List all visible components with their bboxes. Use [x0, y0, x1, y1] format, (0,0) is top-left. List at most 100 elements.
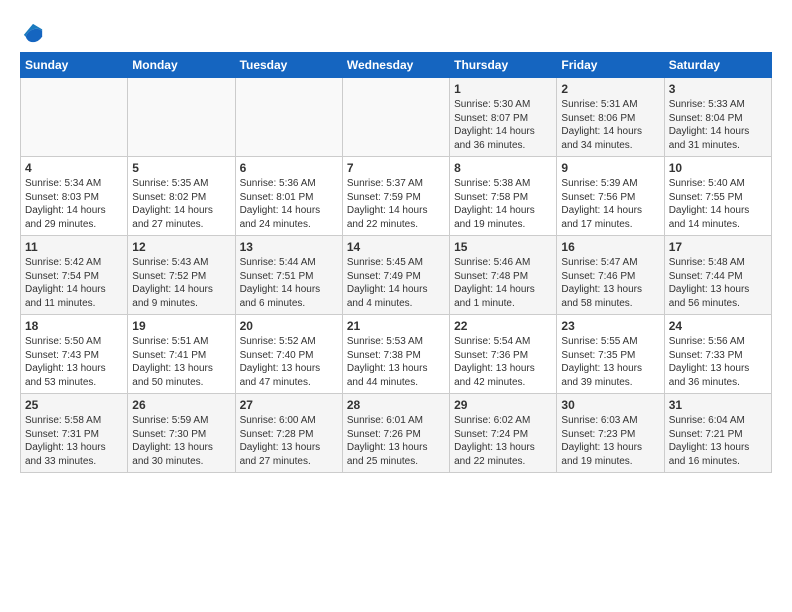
header-row: SundayMondayTuesdayWednesdayThursdayFrid… [21, 53, 772, 78]
day-number: 6 [240, 161, 338, 175]
calendar-cell: 14 Sunrise: 5:45 AM Sunset: 7:49 PM Dayli… [342, 236, 449, 315]
calendar-cell: 24 Sunrise: 5:56 AM Sunset: 7:33 PM Dayli… [664, 315, 771, 394]
calendar-cell: 5 Sunrise: 5:35 AM Sunset: 8:02 PM Daylig… [128, 157, 235, 236]
calendar-cell: 26 Sunrise: 5:59 AM Sunset: 7:30 PM Dayli… [128, 394, 235, 473]
day-header-saturday: Saturday [664, 53, 771, 78]
calendar-cell: 19 Sunrise: 5:51 AM Sunset: 7:41 PM Dayli… [128, 315, 235, 394]
calendar-cell: 13 Sunrise: 5:44 AM Sunset: 7:51 PM Dayli… [235, 236, 342, 315]
day-number: 31 [669, 398, 767, 412]
week-row-2: 4 Sunrise: 5:34 AM Sunset: 8:03 PM Daylig… [21, 157, 772, 236]
calendar-cell: 1 Sunrise: 5:30 AM Sunset: 8:07 PM Daylig… [450, 78, 557, 157]
calendar-cell: 6 Sunrise: 5:36 AM Sunset: 8:01 PM Daylig… [235, 157, 342, 236]
day-info: Sunrise: 6:04 AM Sunset: 7:21 PM Dayligh… [669, 414, 767, 468]
day-info: Sunrise: 5:33 AM Sunset: 8:04 PM Dayligh… [669, 98, 767, 152]
day-info: Sunrise: 5:40 AM Sunset: 7:55 PM Dayligh… [669, 177, 767, 231]
day-info: Sunrise: 5:31 AM Sunset: 8:06 PM Dayligh… [561, 98, 659, 152]
day-number: 1 [454, 82, 552, 96]
calendar-cell: 27Sunrise: 6:00 AM Sunset: 7:28 PM Dayli… [235, 394, 342, 473]
calendar-cell: 25 Sunrise: 5:58 AM Sunset: 7:31 PM Dayli… [21, 394, 128, 473]
day-info: Sunrise: 5:37 AM Sunset: 7:59 PM Dayligh… [347, 177, 445, 231]
day-number: 2 [561, 82, 659, 96]
week-row-5: 25 Sunrise: 5:58 AM Sunset: 7:31 PM Dayli… [21, 394, 772, 473]
calendar-cell: 17 Sunrise: 5:48 AM Sunset: 7:44 PM Dayli… [664, 236, 771, 315]
day-info: Sunrise: 5:34 AM Sunset: 8:03 PM Dayligh… [25, 177, 123, 231]
day-number: 9 [561, 161, 659, 175]
day-info: Sunrise: 6:01 AM Sunset: 7:26 PM Dayligh… [347, 414, 445, 468]
day-info: Sunrise: 5:36 AM Sunset: 8:01 PM Dayligh… [240, 177, 338, 231]
calendar-table: SundayMondayTuesdayWednesdayThursdayFrid… [20, 52, 772, 473]
calendar-cell: 21 Sunrise: 5:53 AM Sunset: 7:38 PM Dayli… [342, 315, 449, 394]
day-header-wednesday: Wednesday [342, 53, 449, 78]
day-info: Sunrise: 5:47 AM Sunset: 7:46 PM Dayligh… [561, 256, 659, 310]
calendar-cell: 8 Sunrise: 5:38 AM Sunset: 7:58 PM Daylig… [450, 157, 557, 236]
day-info: Sunrise: 5:35 AM Sunset: 8:02 PM Dayligh… [132, 177, 230, 231]
calendar-cell: 22 Sunrise: 5:54 AM Sunset: 7:36 PM Dayli… [450, 315, 557, 394]
week-row-3: 11Sunrise: 5:42 AM Sunset: 7:54 PM Dayli… [21, 236, 772, 315]
calendar-cell [235, 78, 342, 157]
day-info: Sunrise: 5:51 AM Sunset: 7:41 PM Dayligh… [132, 335, 230, 389]
day-info: Sunrise: 5:38 AM Sunset: 7:58 PM Dayligh… [454, 177, 552, 231]
calendar-cell: 10 Sunrise: 5:40 AM Sunset: 7:55 PM Dayli… [664, 157, 771, 236]
day-info: Sunrise: 5:30 AM Sunset: 8:07 PM Dayligh… [454, 98, 552, 152]
day-number: 13 [240, 240, 338, 254]
day-number: 22 [454, 319, 552, 333]
day-number: 25 [25, 398, 123, 412]
day-number: 30 [561, 398, 659, 412]
day-number: 5 [132, 161, 230, 175]
day-info: Sunrise: 5:44 AM Sunset: 7:51 PM Dayligh… [240, 256, 338, 310]
day-number: 15 [454, 240, 552, 254]
day-info: Sunrise: 5:59 AM Sunset: 7:30 PM Dayligh… [132, 414, 230, 468]
calendar-cell: 16 Sunrise: 5:47 AM Sunset: 7:46 PM Dayli… [557, 236, 664, 315]
day-header-thursday: Thursday [450, 53, 557, 78]
calendar-cell: 31 Sunrise: 6:04 AM Sunset: 7:21 PM Dayli… [664, 394, 771, 473]
day-number: 3 [669, 82, 767, 96]
week-row-4: 18Sunrise: 5:50 AM Sunset: 7:43 PM Dayli… [21, 315, 772, 394]
logo [20, 22, 44, 44]
day-number: 17 [669, 240, 767, 254]
calendar-cell: 15 Sunrise: 5:46 AM Sunset: 7:48 PM Dayli… [450, 236, 557, 315]
day-number: 18 [25, 319, 123, 333]
day-number: 4 [25, 161, 123, 175]
day-number: 23 [561, 319, 659, 333]
calendar-cell: 3 Sunrise: 5:33 AM Sunset: 8:04 PM Daylig… [664, 78, 771, 157]
day-number: 14 [347, 240, 445, 254]
day-info: Sunrise: 5:54 AM Sunset: 7:36 PM Dayligh… [454, 335, 552, 389]
calendar-cell: 29Sunrise: 6:02 AM Sunset: 7:24 PM Dayli… [450, 394, 557, 473]
calendar-cell: 7Sunrise: 5:37 AM Sunset: 7:59 PM Daylig… [342, 157, 449, 236]
calendar-cell [342, 78, 449, 157]
day-number: 28 [347, 398, 445, 412]
day-info: Sunrise: 5:39 AM Sunset: 7:56 PM Dayligh… [561, 177, 659, 231]
calendar-cell: 2 Sunrise: 5:31 AM Sunset: 8:06 PM Daylig… [557, 78, 664, 157]
day-number: 24 [669, 319, 767, 333]
day-info: Sunrise: 5:58 AM Sunset: 7:31 PM Dayligh… [25, 414, 123, 468]
calendar-cell: 23 Sunrise: 5:55 AM Sunset: 7:35 PM Dayli… [557, 315, 664, 394]
day-header-monday: Monday [128, 53, 235, 78]
day-info: Sunrise: 5:48 AM Sunset: 7:44 PM Dayligh… [669, 256, 767, 310]
day-number: 27 [240, 398, 338, 412]
day-info: Sunrise: 5:46 AM Sunset: 7:48 PM Dayligh… [454, 256, 552, 310]
day-number: 11 [25, 240, 123, 254]
week-row-1: 1 Sunrise: 5:30 AM Sunset: 8:07 PM Daylig… [21, 78, 772, 157]
header [20, 18, 772, 44]
day-header-friday: Friday [557, 53, 664, 78]
day-number: 8 [454, 161, 552, 175]
day-info: Sunrise: 5:56 AM Sunset: 7:33 PM Dayligh… [669, 335, 767, 389]
calendar-cell: 30 Sunrise: 6:03 AM Sunset: 7:23 PM Dayli… [557, 394, 664, 473]
day-number: 21 [347, 319, 445, 333]
page: SundayMondayTuesdayWednesdayThursdayFrid… [0, 0, 792, 483]
day-info: Sunrise: 5:45 AM Sunset: 7:49 PM Dayligh… [347, 256, 445, 310]
day-number: 26 [132, 398, 230, 412]
day-info: Sunrise: 5:55 AM Sunset: 7:35 PM Dayligh… [561, 335, 659, 389]
day-number: 16 [561, 240, 659, 254]
calendar-cell: 12Sunrise: 5:43 AM Sunset: 7:52 PM Dayli… [128, 236, 235, 315]
logo-icon [22, 22, 44, 44]
calendar-cell [128, 78, 235, 157]
day-info: Sunrise: 6:03 AM Sunset: 7:23 PM Dayligh… [561, 414, 659, 468]
calendar-cell: 20Sunrise: 5:52 AM Sunset: 7:40 PM Dayli… [235, 315, 342, 394]
day-number: 10 [669, 161, 767, 175]
day-number: 29 [454, 398, 552, 412]
day-info: Sunrise: 5:53 AM Sunset: 7:38 PM Dayligh… [347, 335, 445, 389]
day-info: Sunrise: 5:52 AM Sunset: 7:40 PM Dayligh… [240, 335, 338, 389]
day-number: 19 [132, 319, 230, 333]
calendar-cell: 18Sunrise: 5:50 AM Sunset: 7:43 PM Dayli… [21, 315, 128, 394]
